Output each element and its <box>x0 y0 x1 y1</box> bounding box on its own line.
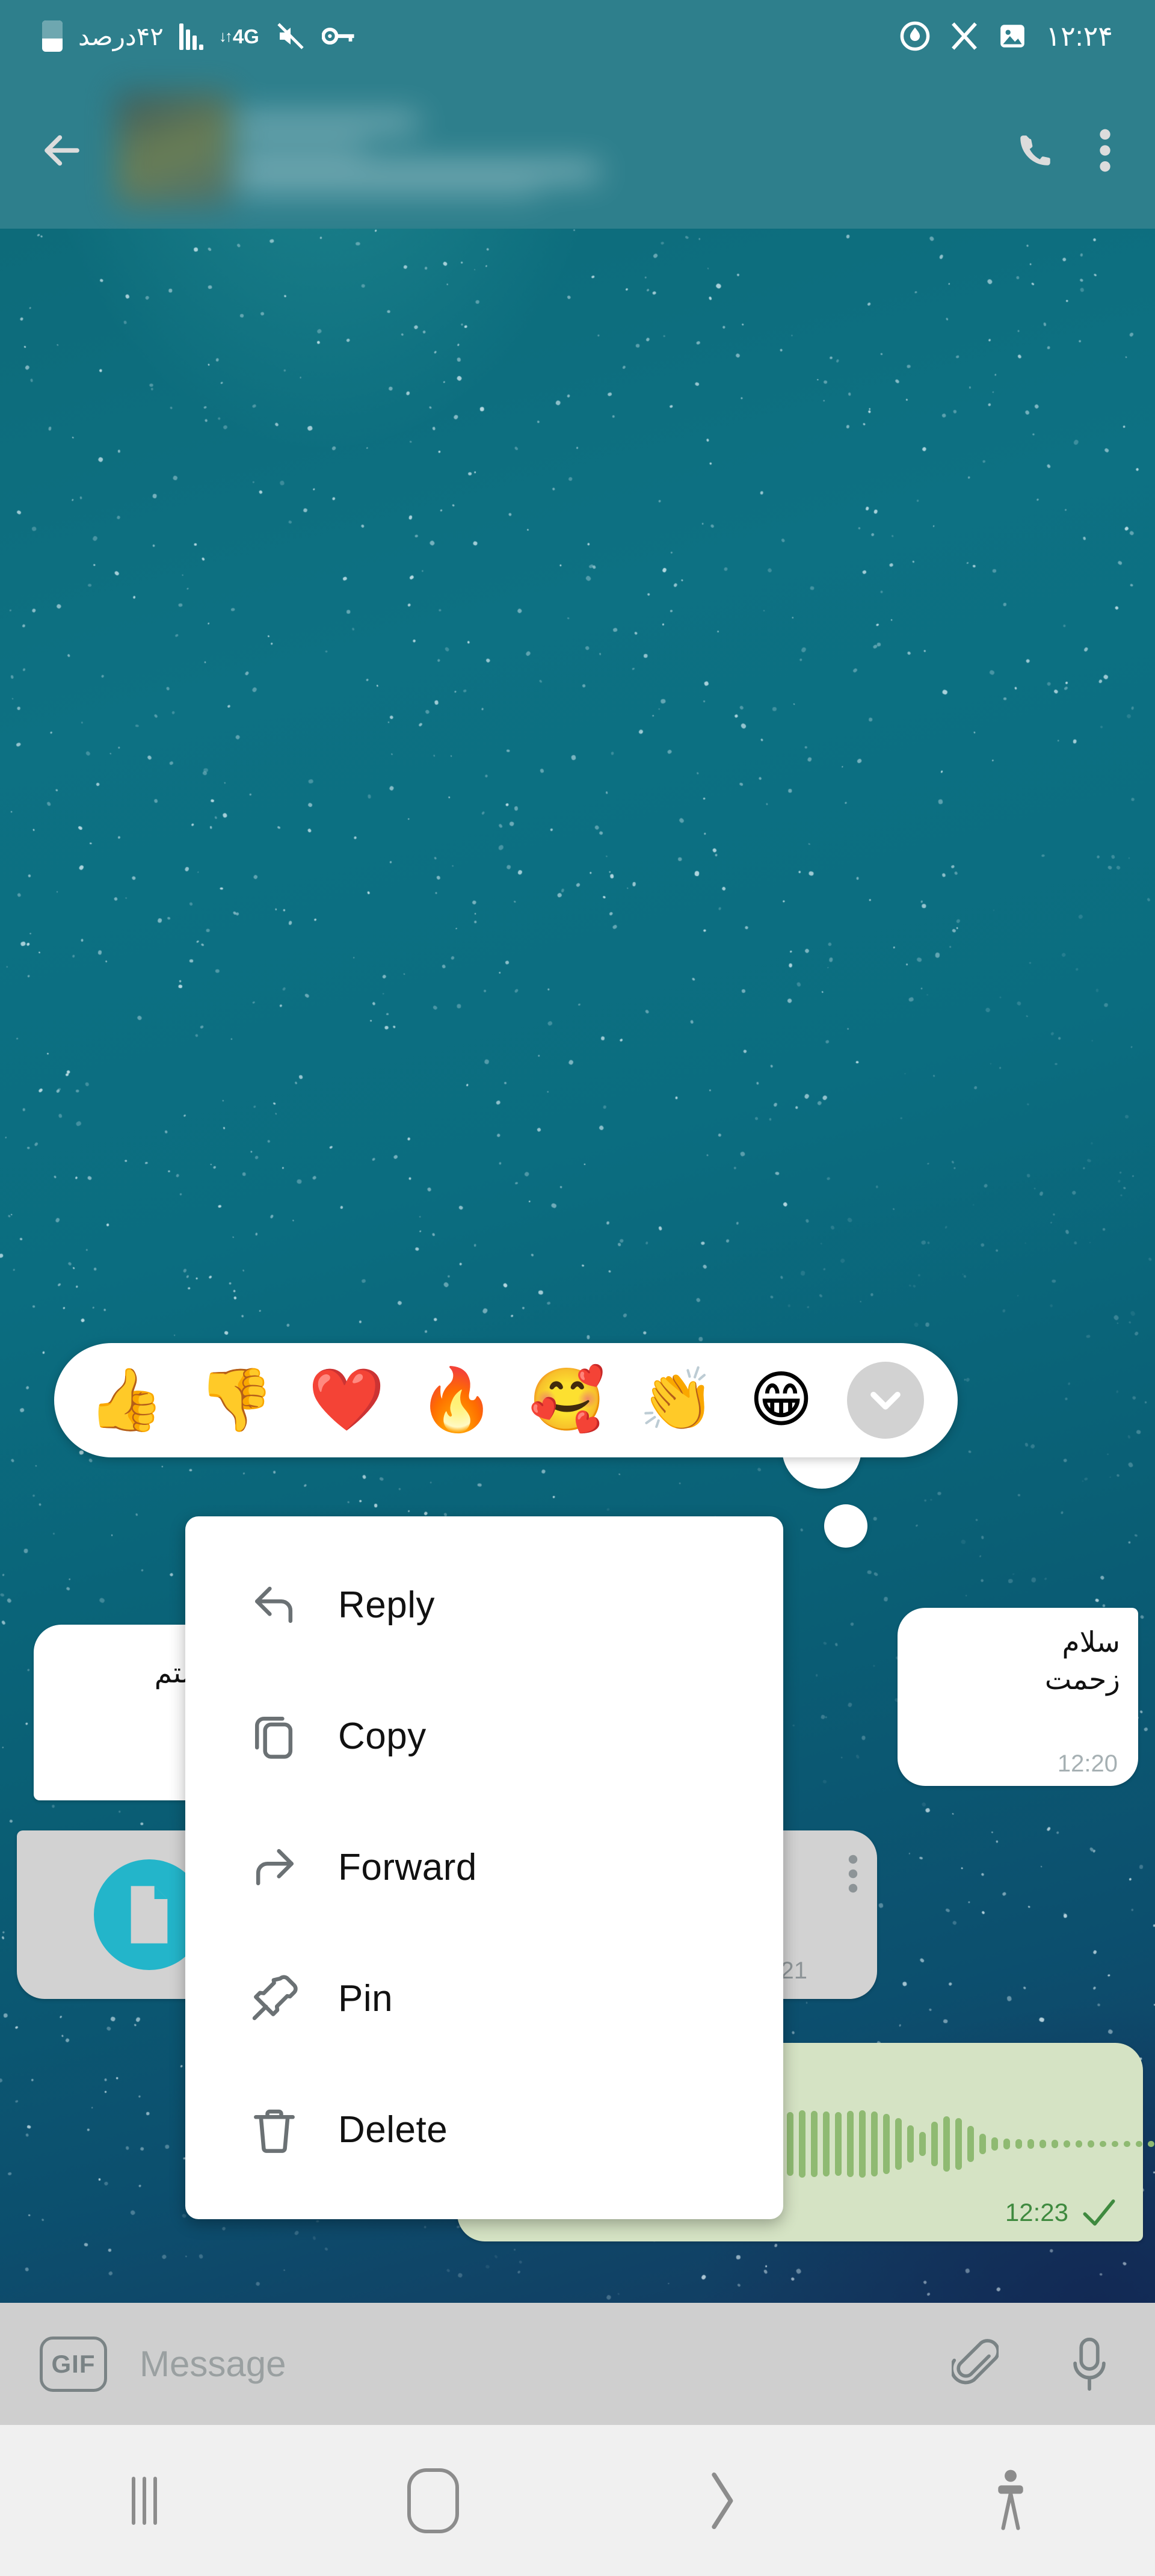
menu-item-delete[interactable]: Delete <box>185 2064 783 2195</box>
x-app-icon <box>949 21 979 51</box>
reaction-bar-tail-dot <box>824 1504 867 1548</box>
network-type-label: 4G <box>232 25 259 48</box>
more-vertical-icon[interactable] <box>1097 126 1113 175</box>
status-bar-right: ۱۲:۲۴ <box>899 20 1113 52</box>
data-4g-icon: ↓↑ 4G <box>219 26 259 46</box>
toolbar-actions <box>1015 126 1119 175</box>
input-bar-actions <box>952 2336 1115 2392</box>
menu-item-label: Copy <box>338 1715 427 1757</box>
menu-item-forward[interactable]: Forward <box>185 1802 783 1933</box>
reaction-red-heart[interactable]: ❤️ <box>308 1370 384 1431</box>
vpn-key-icon <box>321 23 357 49</box>
trash-icon <box>245 2101 303 2158</box>
gif-button[interactable]: GIF <box>40 2336 107 2392</box>
more-vertical-icon[interactable] <box>847 1852 859 1895</box>
status-bar: ۴۲درصد ↓↑ 4G ۱۲:۲۴ <box>0 0 1155 72</box>
menu-item-pin[interactable]: Pin <box>185 1933 783 2064</box>
menu-item-label: Pin <box>338 1977 393 2019</box>
message-timestamp: 12:23 <box>1005 2198 1068 2226</box>
reaction-picker-bar: 👍 👎 ❤️ 🔥 🥰 👏 😁 <box>54 1343 958 1457</box>
contact-name-blurred[interactable] <box>117 87 736 214</box>
copy-icon <box>245 1707 303 1765</box>
android-nav-bar <box>0 2425 1155 2576</box>
check-icon <box>1082 2197 1116 2228</box>
message-text-line1: سلام <box>1062 1626 1120 1658</box>
clock-label: ۱۲:۲۴ <box>1046 20 1113 52</box>
message-timestamp: 12:20 <box>1057 1750 1118 1777</box>
signal-bars-icon <box>179 22 203 50</box>
back-chevron-icon[interactable] <box>578 2468 866 2533</box>
microphone-icon[interactable] <box>1070 2336 1109 2392</box>
back-arrow-icon[interactable] <box>36 125 88 176</box>
battery-icon <box>42 20 63 52</box>
message-input-bar: GIF Message <box>0 2303 1155 2425</box>
message-bubble-text[interactable]: سلام زحمت 12:20 <box>898 1608 1138 1786</box>
status-bar-left: ۴۲درصد ↓↑ 4G <box>42 20 357 52</box>
dnd-icon <box>899 20 931 52</box>
menu-item-copy[interactable]: Copy <box>185 1670 783 1802</box>
battery-percent-label: ۴۲درصد <box>78 22 164 51</box>
reaction-clapping-hands[interactable]: 👏 <box>639 1370 715 1431</box>
data-arrows-icon: ↓↑ <box>218 27 233 45</box>
menu-item-label: Forward <box>338 1846 477 1888</box>
menu-item-reply[interactable]: Reply <box>185 1539 783 1670</box>
reaction-smiling-face-with-hearts[interactable]: 🥰 <box>529 1370 605 1431</box>
message-context-menu: Reply Copy Forward Pin Delete <box>185 1516 783 2219</box>
home-icon[interactable] <box>289 2468 578 2533</box>
forward-arrow-icon <box>245 1838 303 1896</box>
menu-item-label: Delete <box>338 2108 448 2151</box>
chat-screen: ۴۲درصد ↓↑ 4G ۱۲:۲۴ سلام زحمت 12:20 12:23… <box>0 0 1155 2576</box>
reaction-thumbs-down[interactable]: 👎 <box>198 1370 274 1431</box>
chevron-down-icon[interactable] <box>846 1362 924 1439</box>
recents-icon[interactable] <box>0 2476 289 2525</box>
reaction-beaming-face[interactable]: 😁 <box>749 1370 813 1431</box>
phone-icon[interactable] <box>1015 131 1055 170</box>
pin-icon <box>245 1969 303 2027</box>
message-text-line2: زحمت <box>1044 1663 1120 1696</box>
menu-item-label: Reply <box>338 1584 436 1626</box>
mute-icon <box>275 22 306 51</box>
accessibility-icon[interactable] <box>866 2468 1155 2534</box>
reaction-fire[interactable]: 🔥 <box>419 1370 495 1431</box>
paperclip-icon[interactable] <box>952 2338 999 2390</box>
message-input[interactable]: Message <box>140 2343 286 2385</box>
reply-arrow-icon <box>245 1576 303 1634</box>
screenshot-icon <box>997 21 1027 51</box>
chat-toolbar <box>0 72 1155 229</box>
reaction-thumbs-up[interactable]: 👍 <box>88 1370 164 1431</box>
